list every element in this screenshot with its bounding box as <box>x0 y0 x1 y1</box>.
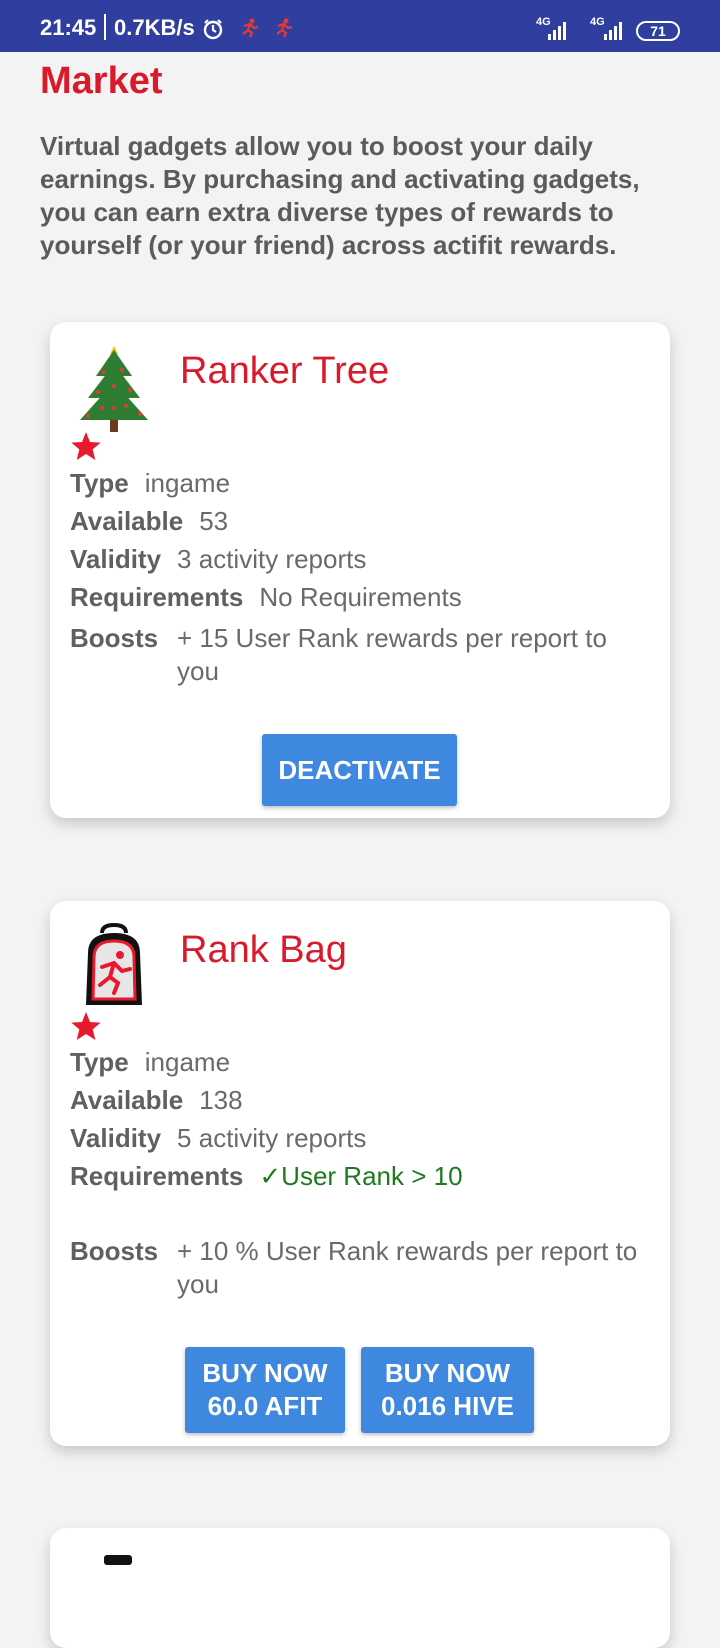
gadget-validity-row: Validity 3 activity reports <box>70 544 366 575</box>
alarm-icon <box>202 18 224 45</box>
buy-with-hive-button[interactable]: BUY NOW 0.016 HIVE <box>361 1347 534 1433</box>
christmas-tree-icon <box>74 342 154 439</box>
star-icon <box>70 430 102 467</box>
network-type-2: 4G <box>590 16 605 28</box>
boosts-value: + 15 User Rank rewards per report to you <box>177 623 607 686</box>
gadget-requirements-row: Requirements ✓User Rank > 10 <box>70 1161 463 1192</box>
battery-icon: 71 <box>636 21 680 41</box>
gadget-card-partial <box>50 1528 670 1648</box>
available-label: Available <box>70 1085 184 1115</box>
boosts-label: Boosts <box>70 623 159 653</box>
backpack-runner-icon <box>78 922 150 1014</box>
market-intro-text: Virtual gadgets allow you to boost your … <box>40 131 640 260</box>
validity-label: Validity <box>70 544 162 574</box>
gadget-card-rank-bag: Rank Bag Type ingame Available 138 Validit… <box>50 901 670 1446</box>
requirements-value: No Requirements <box>259 582 462 612</box>
requirements-label: Requirements <box>70 582 244 612</box>
buy-hive-line1: BUY NOW <box>384 1358 511 1388</box>
boosts-label: Boosts <box>70 1236 159 1266</box>
gadget-available-row: Available 138 <box>70 1085 243 1116</box>
type-value: ingame <box>144 468 231 498</box>
type-value: ingame <box>144 1047 231 1077</box>
gadget-card-ranker-tree: Ranker Tree Type ingame Available 53 Valid… <box>50 322 670 818</box>
buy-with-afit-button[interactable]: BUY NOW 60.0 AFIT <box>185 1347 345 1433</box>
buy-hive-price: 0.016 HIVE <box>381 1391 514 1421</box>
status-bar: 21:45 0.7KB/s 4G 4G 71 <box>0 0 720 52</box>
requirements-value: ✓User Rank > 10 <box>259 1161 463 1191</box>
gadget-name: Rank Bag <box>180 929 347 971</box>
gadget-image-partial-icon <box>98 1552 138 1570</box>
gadget-validity-row: Validity 5 activity reports <box>70 1123 366 1154</box>
deactivate-button[interactable]: DEACTIVATE <box>262 734 457 806</box>
star-icon <box>70 1010 102 1047</box>
signal-strength-2-icon <box>604 22 622 40</box>
gadget-boosts-row: Boosts + 10 % User Rank rewards per repor… <box>70 1235 650 1301</box>
type-label: Type <box>70 468 129 498</box>
buy-afit-line1: BUY NOW <box>202 1358 328 1388</box>
buy-afit-price: 60.0 AFIT <box>207 1391 323 1421</box>
validity-value: 5 activity reports <box>177 1123 367 1153</box>
gadget-requirements-row: Requirements No Requirements <box>70 582 462 613</box>
validity-value: 3 activity reports <box>177 544 367 574</box>
gadget-type-row: Type ingame <box>70 1047 230 1078</box>
page-title: Market <box>40 60 163 102</box>
available-label: Available <box>70 506 184 536</box>
available-value: 53 <box>199 506 229 536</box>
status-separator <box>104 14 106 40</box>
gadget-available-row: Available 53 <box>70 506 228 537</box>
notification-runner-icon <box>240 18 260 43</box>
requirements-label: Requirements <box>70 1161 244 1191</box>
notification-runner-icon-2 <box>274 18 294 43</box>
available-value: 138 <box>199 1085 243 1115</box>
boosts-value: + 10 % User Rank rewards per report to y… <box>177 1236 638 1299</box>
signal-strength-1-icon <box>548 22 566 40</box>
type-label: Type <box>70 1047 129 1077</box>
gadget-type-row: Type ingame <box>70 468 230 499</box>
gadget-boosts-row: Boosts + 15 User Rank rewards per report … <box>70 622 650 688</box>
status-time: 21:45 <box>40 15 97 40</box>
validity-label: Validity <box>70 1123 162 1153</box>
gadget-name: Ranker Tree <box>180 350 390 392</box>
status-network-speed: 0.7KB/s <box>114 15 195 40</box>
